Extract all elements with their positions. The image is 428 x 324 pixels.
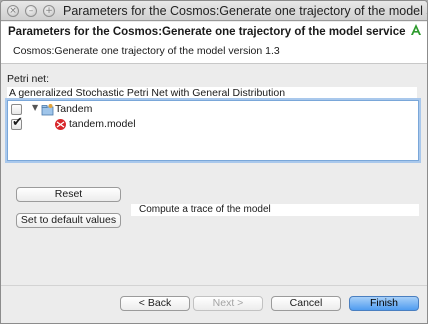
title-bar[interactable]: × – + Parameters for the Cosmos:Generate… xyxy=(1,1,427,21)
tree-label-model: tandem.model xyxy=(69,118,136,130)
tree-row-model[interactable]: ✔ tandem.model xyxy=(8,115,418,133)
close-icon[interactable]: × xyxy=(7,5,19,17)
banner-title: Parameters for the Cosmos:Generate one t… xyxy=(8,26,406,38)
dialog-window: × – + Parameters for the Cosmos:Generate… xyxy=(0,0,428,324)
reset-button[interactable]: Reset xyxy=(16,187,121,202)
tandem-checkbox[interactable] xyxy=(11,104,22,115)
header-banner: Parameters for the Cosmos:Generate one t… xyxy=(1,22,427,64)
app-logo-icon xyxy=(411,24,421,35)
petri-net-label: Petri net: xyxy=(7,73,50,85)
petri-net-tree[interactable]: ▼ Tandem ✔ tandem.model xyxy=(7,100,419,161)
next-button[interactable]: Next > xyxy=(193,296,263,311)
tree-row-tandem[interactable]: ▼ Tandem xyxy=(8,102,418,118)
finish-button[interactable]: Finish xyxy=(349,296,419,311)
window-title: Parameters for the Cosmos:Generate one t… xyxy=(63,4,428,18)
petri-net-description: A generalized Stochastic Petri Net with … xyxy=(7,87,417,100)
model-icon xyxy=(55,119,66,130)
model-checkbox[interactable]: ✔ xyxy=(11,115,23,130)
set-default-values-button[interactable]: Set to default values xyxy=(16,213,121,228)
chevron-down-icon[interactable]: ▼ xyxy=(32,103,38,112)
checkmark-icon: ✔ xyxy=(12,115,23,130)
zoom-icon[interactable]: + xyxy=(43,5,55,17)
folder-icon xyxy=(41,104,54,116)
footer-divider xyxy=(1,285,427,286)
banner-subtitle: Cosmos:Generate one trajectory of the mo… xyxy=(13,45,280,57)
cancel-button[interactable]: Cancel xyxy=(271,296,341,311)
minimize-icon[interactable]: – xyxy=(25,5,37,17)
tree-label-tandem: Tandem xyxy=(55,103,93,115)
parameter-info: Compute a trace of the model xyxy=(131,204,419,216)
back-button[interactable]: < Back xyxy=(120,296,190,311)
